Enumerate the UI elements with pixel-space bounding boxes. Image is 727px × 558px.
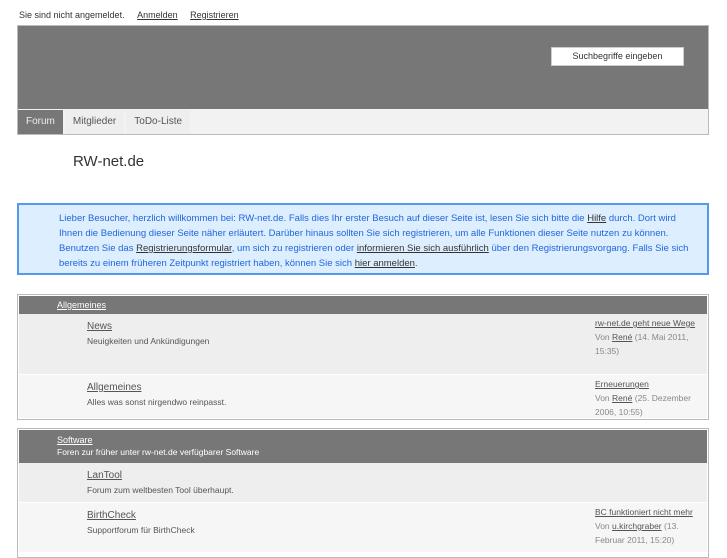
by-label: Von [595, 393, 610, 403]
login-here-link[interactable]: hier anmelden [355, 258, 415, 269]
page-header: Suchbegriffe eingeben Forum Mitglieder T… [17, 25, 709, 135]
registration-info-link[interactable]: informieren Sie sich ausführlich [357, 243, 489, 254]
category-header: Allgemeines [19, 296, 707, 314]
forum-row: LanTool Forum zum weltbesten Tool überhau… [19, 463, 707, 503]
forum-description: Alles was sonst nirgendwo reinpasst. [87, 397, 227, 407]
last-post-link[interactable]: Erneuerungen [595, 379, 649, 389]
forum-row: Allgemeines Alles was sonst nirgendwo rei… [19, 375, 707, 419]
category-header: Software Foren zur früher unter rw-net.de… [19, 430, 707, 463]
last-post: Erneuerungen Von René (25. Dezember 2006,… [595, 375, 707, 418]
last-post: rw-net.de geht neue Wege Von René (14. Ma… [595, 314, 707, 374]
welcome-text: Lieber Besucher, herzlich willkommen bei… [59, 213, 588, 224]
register-link[interactable]: Registrieren [190, 10, 239, 20]
tab-forum[interactable]: Forum [18, 110, 63, 134]
last-post-link[interactable]: rw-net.de geht neue Wege [595, 318, 695, 328]
forum-description: Forum zum weltbesten Tool überhaupt. [87, 485, 234, 495]
page-title: RW-net.de [73, 153, 145, 170]
post-date: (14. Mai 2011, 15:35) [595, 332, 689, 356]
forum-link[interactable]: LanTool [87, 470, 122, 481]
category-description: Foren zur früher unter rw-net.de verfügb… [57, 447, 260, 457]
tab-todo[interactable]: ToDo-Liste [126, 110, 191, 134]
forum-description: Supportforum für BirthCheck [87, 525, 195, 535]
login-status-bar: Sie sind nicht angemeldet. Anmelden Regi… [19, 10, 239, 20]
forum-link[interactable]: Allgemeines [87, 382, 141, 393]
welcome-message: Lieber Besucher, herzlich willkommen bei… [17, 203, 709, 275]
search-input[interactable]: Suchbegriffe eingeben [551, 47, 684, 66]
forum-description: Neuigkeiten und Ankündigungen [87, 336, 210, 346]
banner: Suchbegriffe eingeben [18, 26, 708, 109]
user-link[interactable]: René [612, 332, 632, 342]
user-link[interactable]: u.kirchgraber [612, 521, 662, 531]
category-allgemeines: Allgemeines News Neuigkeiten und Ankündig… [17, 294, 709, 420]
tab-members[interactable]: Mitglieder [64, 110, 125, 134]
by-label: Von [595, 521, 610, 531]
forum-row: News Neuigkeiten und Ankündigungen rw-net… [19, 314, 707, 375]
welcome-text: , um sich zu registrieren oder [231, 243, 357, 254]
welcome-text: . [414, 258, 418, 269]
registration-form-link[interactable]: Registrierungsformular [136, 243, 232, 254]
category-link[interactable]: Software [57, 435, 93, 445]
login-link[interactable]: Anmelden [137, 10, 178, 20]
login-status: Sie sind nicht angemeldet. [19, 10, 125, 20]
help-link[interactable]: Hilfe [587, 213, 606, 224]
forum-row: BirthCheck Supportforum für BirthCheck BC… [19, 503, 707, 553]
main-nav: Forum Mitglieder ToDo-Liste [18, 109, 708, 134]
forum-link[interactable]: BirthCheck [87, 510, 136, 521]
last-post-link[interactable]: BC funktioniert nicht mehr [595, 507, 693, 517]
by-label: Von [595, 332, 610, 342]
user-link[interactable]: René [612, 393, 632, 403]
category-link[interactable]: Allgemeines [57, 300, 106, 310]
last-post [595, 463, 707, 502]
forum-link[interactable]: News [87, 321, 112, 332]
category-software: Software Foren zur früher unter rw-net.de… [17, 428, 709, 558]
post-date: (25. Dezember 2006, 10:55) [595, 393, 691, 417]
